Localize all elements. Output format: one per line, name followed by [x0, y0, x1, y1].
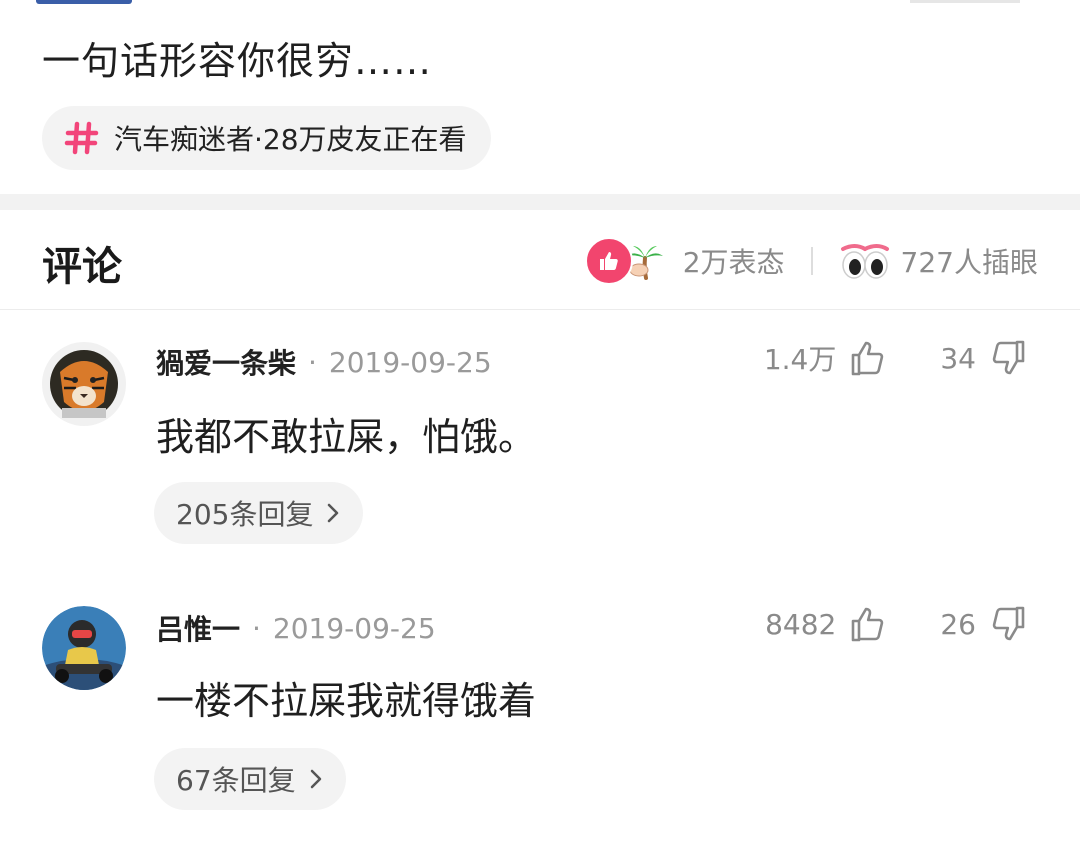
- avatar[interactable]: [42, 342, 126, 426]
- chevron-right-icon: [308, 767, 324, 791]
- topic-chip[interactable]: 汽车痴迷者·28万皮友正在看: [42, 106, 491, 170]
- comment-date: 2019-09-25: [328, 345, 492, 379]
- thumbs-down-icon[interactable]: [988, 338, 1028, 378]
- replies-button[interactable]: 67条回复: [154, 748, 346, 810]
- comment-meta: 猧爱一条柴 · 2019-09-25: [156, 342, 492, 382]
- comment-date: 2019-09-25: [272, 611, 436, 645]
- post-title: 一句话形容你很穷……: [42, 39, 433, 83]
- comment-item: 猧爱一条柴 · 2019-09-25 1.4万 34 我都不敢拉屎，怕饿。 20…: [0, 310, 1080, 560]
- thumbs-down-icon[interactable]: [988, 604, 1028, 644]
- avatar[interactable]: [42, 606, 126, 690]
- top-cutoff-element-right: [910, 0, 1020, 3]
- meta-separator: ·: [308, 345, 317, 379]
- username[interactable]: 吕惟一: [156, 608, 240, 648]
- replies-label: 67条回复: [176, 764, 296, 797]
- reaction-summary[interactable]: 2万表态 727人插眼: [584, 237, 1038, 285]
- reactions-count: 2万表态: [682, 246, 785, 279]
- comment-text: 我都不敢拉屎，怕饿。: [156, 415, 537, 459]
- meta-separator: ·: [252, 611, 261, 645]
- comment-text: 一楼不拉屎我就得饿着: [156, 679, 537, 723]
- thumbs-up-icon[interactable]: [848, 338, 888, 378]
- username[interactable]: 猧爱一条柴: [156, 342, 296, 382]
- comment-actions: 1.4万 34: [764, 338, 1028, 378]
- comment-item: 吕惟一 · 2019-09-25 8482 26 一楼不拉屎我就得饿着 67条回…: [0, 576, 1080, 826]
- hashtag-icon: [64, 120, 100, 156]
- replies-button[interactable]: 205条回复: [154, 482, 364, 544]
- like-count: 1.4万: [763, 343, 837, 376]
- header-divider: [810, 247, 813, 275]
- dislike-count: 26: [940, 607, 976, 641]
- comments-title: 评论: [42, 244, 122, 290]
- chevron-right-icon: [325, 501, 341, 525]
- comment-actions: 8482 26: [765, 604, 1028, 644]
- dislike-count: 34: [940, 341, 976, 375]
- eyes-icon: [839, 241, 891, 281]
- like-count: 8482: [765, 607, 837, 641]
- replies-label: 205条回复: [176, 498, 314, 531]
- thumbs-up-icon[interactable]: [848, 604, 888, 644]
- topic-label: 汽车痴迷者·28万皮友正在看: [114, 123, 467, 156]
- top-cutoff-element: [36, 0, 132, 4]
- post-detail-page: 一句话形容你很穷…… 汽车痴迷者·28万皮友正在看 评论 2万表态 727人插眼…: [0, 0, 1080, 842]
- comment-meta: 吕惟一 · 2019-09-25: [156, 608, 436, 648]
- comments-header: 评论 2万表态 727人插眼: [0, 210, 1080, 310]
- eyes-count: 727人插眼: [900, 246, 1038, 279]
- like-reaction-icon: [584, 237, 633, 285]
- section-divider: [0, 194, 1080, 210]
